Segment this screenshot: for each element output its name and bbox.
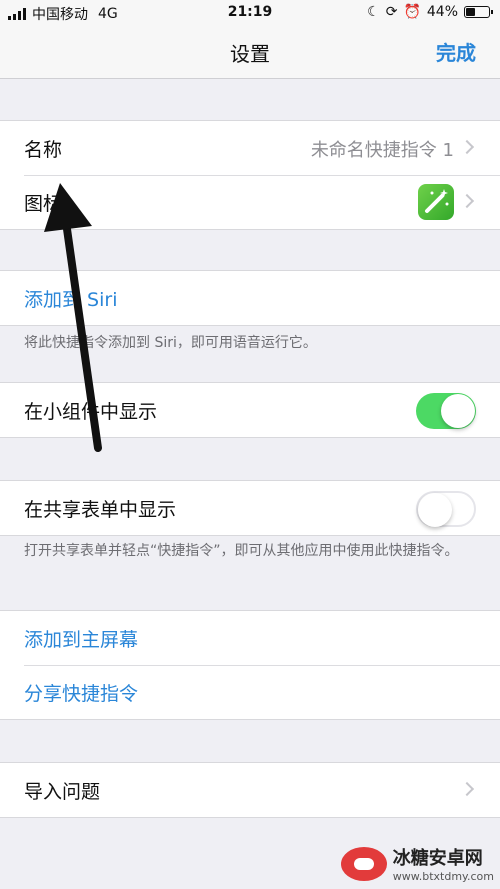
toggle-knob [441, 394, 475, 428]
share-sheet-row: 在共享表单中显示 [0, 481, 500, 535]
status-right: ☾ ⟳ ⏰ 44% [367, 4, 493, 20]
actions-group: 添加到主屏幕 分享快捷指令 [0, 610, 500, 720]
share-footnote: 打开共享表单并轻点“快捷指令”，即可从其他应用中使用此快捷指令。 [24, 543, 459, 559]
widget-group: 在小组件中显示 [0, 382, 500, 438]
status-bar: 中国移动 4G 21:19 ☾ ⟳ ⏰ 44% [0, 0, 500, 26]
import-issues-label: 导入问题 [24, 781, 101, 803]
add-to-siri-button[interactable]: 添加到 Siri [24, 285, 117, 312]
done-button[interactable]: 完成 [436, 37, 476, 66]
name-icon-group: 名称 未命名快捷指令 1 图标 [0, 120, 500, 230]
widget-toggle[interactable] [416, 393, 476, 429]
watermark-title: 冰糖安卓网 [392, 848, 483, 869]
watermark: 冰糖安卓网 www.btxtdmy.com [340, 844, 494, 883]
lock-rotation-icon: ⟳ [385, 4, 398, 20]
battery-percent: 44% [426, 4, 458, 20]
widget-label: 在小组件中显示 [24, 401, 158, 423]
share-shortcut-button[interactable]: 分享快捷指令 [24, 679, 138, 706]
nav-bar: 设置 完成 [0, 26, 500, 79]
name-value: 未命名快捷指令 1 [310, 140, 454, 161]
share-sheet-group: 在共享表单中显示 [0, 480, 500, 536]
icon-row[interactable]: 图标 [0, 175, 500, 229]
chevron-right-icon [459, 781, 475, 797]
add-to-siri-row[interactable]: 添加到 Siri [0, 271, 500, 325]
chevron-right-icon [459, 139, 475, 155]
moon-icon: ☾ [367, 4, 380, 20]
import-issues-row[interactable]: 导入问题 [0, 763, 500, 817]
battery-fill [466, 8, 475, 16]
import-group: 导入问题 [0, 762, 500, 818]
watermark-url: www.btxtdmy.com [392, 870, 494, 883]
name-row[interactable]: 名称 未命名快捷指令 1 [0, 121, 500, 175]
watermark-logo-icon [340, 846, 387, 881]
chevron-right-icon [459, 193, 475, 209]
add-to-home-screen-button[interactable]: 添加到主屏幕 [24, 625, 138, 652]
siri-footnote: 将此快捷指令添加到 Siri，即可用语音运行它。 [24, 335, 317, 351]
add-to-home-row[interactable]: 添加到主屏幕 [0, 611, 500, 665]
share-sheet-label: 在共享表单中显示 [24, 499, 177, 521]
battery-icon [464, 6, 493, 18]
alarm-icon: ⏰ [403, 4, 421, 20]
share-shortcut-row[interactable]: 分享快捷指令 [0, 665, 500, 719]
toggle-knob [418, 493, 452, 527]
page-title: 设置 [230, 42, 270, 66]
watermark-text: 冰糖安卓网 www.btxtdmy.com [393, 844, 494, 883]
icon-label: 图标 [24, 193, 63, 215]
magic-wand-icon [418, 184, 454, 220]
widget-row: 在小组件中显示 [0, 383, 500, 437]
siri-group: 添加到 Siri [0, 270, 500, 326]
share-sheet-toggle[interactable] [416, 491, 476, 527]
name-label: 名称 [24, 139, 63, 161]
